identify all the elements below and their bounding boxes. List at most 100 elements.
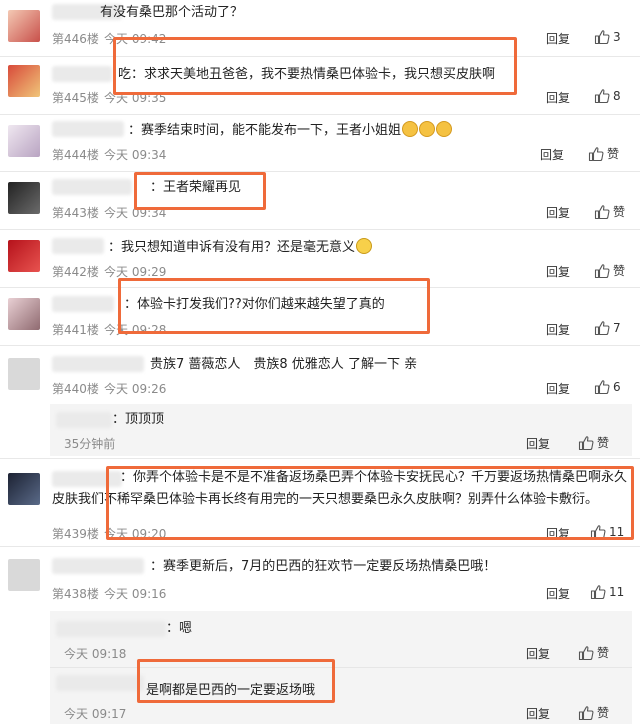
user-avatar[interactable] [8,358,40,390]
reply-text: 是啊都是巴西的一定要返场哦 [146,683,316,698]
comment-text: ：体验卡打发我们??对你们越来越失望了真的 [124,297,385,312]
thumbs-up-icon [590,584,606,600]
reply-button[interactable]: 回复 [546,321,570,338]
floor-label: 第438楼 [52,587,99,601]
user-avatar[interactable] [8,240,40,272]
user-avatar[interactable] [8,473,40,505]
user-avatar[interactable] [8,559,40,591]
comment-row-440: 贵族7 蔷薇恋人 贵族8 优雅恋人 了解一下 亲 第440楼 今天 09:26 … [0,346,640,459]
floor-label: 第445楼 [52,91,99,105]
like-button[interactable]: 赞 [578,704,609,721]
comment-text: ：你弄个体验卡是不是不准备返场桑巴弄个体验卡安抚民心？千万要返场热情桑巴啊永久皮… [52,470,628,507]
thumbs-up-icon [578,705,594,721]
username[interactable] [52,66,112,82]
username[interactable] [56,412,112,428]
reply-text: ：嗯 [166,621,193,636]
crying-emoji-icon [419,121,436,137]
user-avatar[interactable] [8,182,40,214]
thumbs-up-icon [594,29,610,45]
comment-time: 今天 09:42 [104,32,167,46]
username[interactable] [52,356,144,372]
thumbs-up-icon [578,435,594,451]
like-button[interactable]: 6 [594,379,621,395]
like-count: 6 [613,380,621,394]
username[interactable] [52,296,114,312]
user-avatar[interactable] [8,65,40,97]
reply-button[interactable]: 回复 [526,645,550,662]
like-button[interactable]: 3 [594,29,621,45]
reply-button[interactable]: 回复 [546,89,570,106]
reply-button[interactable]: 回复 [546,263,570,280]
comment-row-443: ：王者荣耀再见 第443楼 今天 09:34 回复 赞 [0,172,640,230]
username[interactable] [52,121,124,137]
user-avatar[interactable] [8,10,40,42]
comment-text: ：王者荣耀再见 [150,180,242,195]
thumbs-up-icon [590,524,606,540]
comment-text: 有没有桑巴那个活动了？ [100,5,244,20]
like-button[interactable]: 8 [594,88,621,104]
user-avatar[interactable] [8,125,40,157]
like-button[interactable]: 赞 [578,644,609,661]
floor-label: 第444楼 [52,148,99,162]
reply-button[interactable]: 回复 [526,705,550,722]
reply-button[interactable]: 回复 [546,204,570,221]
like-count: 11 [609,525,625,539]
floor-label: 第439楼 [52,527,99,541]
reply-thread: ：嗯 今天 09:18 回复 赞 是啊都是巴西的一定要返场哦 今天 09:17 … [50,611,632,724]
comment-text: 吃：求求天美地丑爸爸，我不要热情桑巴体验卡，我只想买皮肤啊 [118,67,496,82]
username[interactable] [56,675,144,691]
reply-button[interactable]: 回复 [540,146,564,163]
comment-time: 今天 09:20 [104,527,167,541]
thumbs-up-icon [578,645,594,661]
reply-button[interactable]: 回复 [546,585,570,602]
reply-button[interactable]: 回复 [526,435,550,452]
like-count: 11 [609,585,625,599]
like-button[interactable]: 赞 [594,203,625,220]
like-button[interactable]: 赞 [594,262,625,279]
crying-emoji-icon [402,121,419,137]
reply-divider [50,667,632,668]
floor-label: 第442楼 [52,265,99,279]
thumbs-up-icon [594,88,610,104]
comment-text: 贵族7 蔷薇恋人 贵族8 优雅恋人 了解一下 亲 [150,357,418,372]
like-count: 3 [613,30,621,44]
comment-text: ：赛季更新后，7月的巴西的狂欢节一定要反场热情桑巴哦！ [150,559,497,574]
reply-button[interactable]: 回复 [546,30,570,47]
reply-time: 今天 09:18 [64,647,127,661]
username[interactable] [52,179,132,195]
reply-button[interactable]: 回复 [546,380,570,397]
comment-time: 今天 09:34 [104,206,167,220]
like-button[interactable]: 赞 [578,434,609,451]
comment-time: 今天 09:16 [104,587,167,601]
like-button[interactable]: 11 [590,584,624,600]
reply-button[interactable]: 回复 [546,525,570,542]
comment-row-442: ：我只想知道申诉有没有用？还是毫无意义 第442楼 今天 09:29 回复 赞 [0,230,640,288]
like-button[interactable]: 7 [594,320,621,336]
like-button[interactable]: 赞 [588,145,619,162]
smile-emoji-icon [356,238,373,254]
thumbs-up-icon [594,263,610,279]
comment-row-446: 有没有桑巴那个活动了？ 第446楼 今天 09:42 回复 3 [0,0,640,57]
username[interactable] [52,558,144,574]
user-avatar[interactable] [8,298,40,330]
comment-time: 今天 09:28 [104,323,167,337]
comment-row-439: ：你弄个体验卡是不是不准备返场桑巴弄个体验卡安抚民心？千万要返场热情桑巴啊永久皮… [0,459,640,547]
floor-label: 第440楼 [52,382,99,396]
comment-row-444: ：赛季结束时间，能不能发布一下，王者小姐姐 第444楼 今天 09:34 回复 … [0,115,640,172]
username[interactable] [56,621,166,637]
comment-time: 今天 09:35 [104,91,167,105]
comment-text: ：我只想知道申诉有没有用？还是毫无意义 [108,238,373,257]
crying-emoji-icon [436,121,453,137]
like-button[interactable]: 11 [590,524,624,540]
username[interactable] [52,238,104,254]
like-count: 7 [613,321,621,335]
comment-row-441: ：体验卡打发我们??对你们越来越失望了真的 第441楼 今天 09:28 回复 … [0,288,640,346]
reply-time: 35分钟前 [64,437,116,451]
comment-row-445: 吃：求求天美地丑爸爸，我不要热情桑巴体验卡，我只想买皮肤啊 第445楼 今天 0… [0,57,640,115]
comment-row-438: ：赛季更新后，7月的巴西的狂欢节一定要反场热情桑巴哦！ 第438楼 今天 09:… [0,547,640,724]
thumbs-up-icon [594,320,610,336]
comment-time: 今天 09:26 [104,382,167,396]
like-count: 8 [613,89,621,103]
reply-time: 今天 09:17 [64,707,127,721]
comment-time: 今天 09:29 [104,265,167,279]
